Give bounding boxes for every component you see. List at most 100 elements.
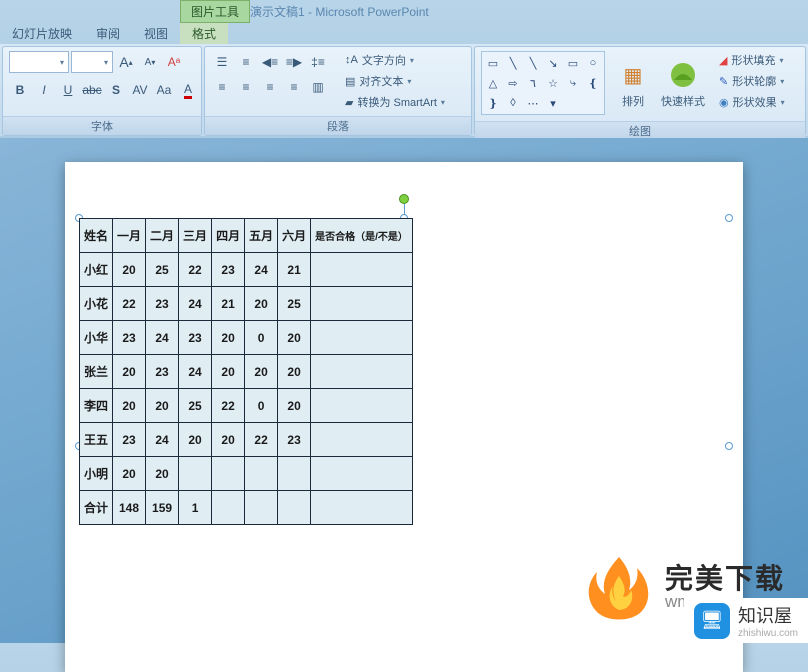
- change-case-button[interactable]: Aa: [153, 79, 175, 101]
- convert-smartart-button[interactable]: ▰转换为 SmartArt▾: [341, 93, 449, 111]
- table-cell[interactable]: [311, 355, 413, 389]
- table-cell[interactable]: 20: [278, 321, 311, 355]
- table-cell[interactable]: 20: [212, 423, 245, 457]
- table-cell[interactable]: 0: [245, 321, 278, 355]
- table-cell[interactable]: 25: [146, 253, 179, 287]
- table-cell[interactable]: 王五: [80, 423, 113, 457]
- table-cell[interactable]: [245, 491, 278, 525]
- table-cell[interactable]: [311, 423, 413, 457]
- table-cell[interactable]: [311, 321, 413, 355]
- char-spacing-button[interactable]: AV: [129, 79, 151, 101]
- table-cell[interactable]: 23: [146, 287, 179, 321]
- table-cell[interactable]: 24: [146, 423, 179, 457]
- table-cell[interactable]: 小花: [80, 287, 113, 321]
- align-right-button[interactable]: ≡: [259, 76, 281, 98]
- shape-oval-icon[interactable]: ○: [584, 54, 602, 72]
- table-cell[interactable]: 0: [245, 389, 278, 423]
- shape-line-icon[interactable]: ╲: [504, 54, 522, 72]
- table-cell[interactable]: [179, 457, 212, 491]
- shape-arrow2-icon[interactable]: ⇨: [504, 74, 522, 92]
- table-cell[interactable]: 25: [179, 389, 212, 423]
- table-cell[interactable]: 23: [212, 253, 245, 287]
- table-cell[interactable]: 20: [113, 253, 146, 287]
- table-cell[interactable]: 张兰: [80, 355, 113, 389]
- align-center-button[interactable]: ≡: [235, 76, 257, 98]
- table-cell[interactable]: 20: [212, 321, 245, 355]
- shape-triangle-icon[interactable]: △: [484, 74, 502, 92]
- table-cell[interactable]: [311, 491, 413, 525]
- shape-outline-button[interactable]: ✎形状轮廓▾: [715, 72, 789, 90]
- table-cell[interactable]: [311, 457, 413, 491]
- table-cell[interactable]: 22: [113, 287, 146, 321]
- table-cell[interactable]: 合计: [80, 491, 113, 525]
- italic-button[interactable]: I: [33, 79, 55, 101]
- shape-fill-button[interactable]: ◢形状填充▾: [715, 51, 789, 69]
- font-size-combo[interactable]: ▾: [71, 51, 113, 73]
- align-left-button[interactable]: ≡: [211, 76, 233, 98]
- table-cell[interactable]: [311, 287, 413, 321]
- table-cell[interactable]: 25: [278, 287, 311, 321]
- shape-effects-button[interactable]: ◉形状效果▾: [715, 93, 789, 111]
- table-cell[interactable]: 20: [245, 287, 278, 321]
- tab-format[interactable]: 格式: [180, 22, 228, 44]
- clear-format-button[interactable]: Aᵃ: [163, 51, 185, 73]
- font-family-combo[interactable]: ▾: [9, 51, 69, 73]
- table-cell[interactable]: [278, 491, 311, 525]
- decrease-font-button[interactable]: A▾: [139, 51, 161, 73]
- table-cell[interactable]: 20: [245, 355, 278, 389]
- table-cell[interactable]: 21: [212, 287, 245, 321]
- bold-button[interactable]: B: [9, 79, 31, 101]
- table-cell[interactable]: 23: [113, 321, 146, 355]
- table-cell[interactable]: [311, 389, 413, 423]
- line-spacing-button[interactable]: ‡≡: [307, 51, 329, 73]
- shape-connector-icon[interactable]: ⤷: [564, 74, 582, 92]
- shape-callout-icon[interactable]: ◊: [504, 94, 522, 112]
- justify-button[interactable]: ≡: [283, 76, 305, 98]
- table-cell[interactable]: 23: [113, 423, 146, 457]
- underline-button[interactable]: U: [57, 79, 79, 101]
- table-cell[interactable]: 20: [179, 423, 212, 457]
- tab-view[interactable]: 视图: [132, 22, 180, 44]
- table-cell[interactable]: 小明: [80, 457, 113, 491]
- table-cell[interactable]: 23: [146, 355, 179, 389]
- table-cell[interactable]: 24: [179, 287, 212, 321]
- table-cell[interactable]: [245, 457, 278, 491]
- table-cell[interactable]: 20: [113, 457, 146, 491]
- shapes-gallery[interactable]: ▭ ╲ ╲ ↘ ▭ ○ △ ⇨ ٦ ☆ ⤷ ❴ ❵ ◊ ⋯ ▾: [481, 51, 605, 115]
- shape-brace-icon[interactable]: ❴: [584, 74, 602, 92]
- font-color-button[interactable]: A: [177, 79, 199, 101]
- contextual-tab-picture-tools[interactable]: 图片工具: [180, 0, 250, 23]
- shape-line2-icon[interactable]: ╲: [524, 54, 542, 72]
- table-cell[interactable]: 小红: [80, 253, 113, 287]
- table-cell[interactable]: 22: [179, 253, 212, 287]
- selection-handle[interactable]: [725, 442, 733, 450]
- table-cell[interactable]: 20: [113, 389, 146, 423]
- shape-star-icon[interactable]: ☆: [544, 74, 562, 92]
- gallery-expand-icon[interactable]: ▾: [544, 94, 562, 112]
- tab-review[interactable]: 审阅: [84, 22, 132, 44]
- table-cell[interactable]: 20: [146, 389, 179, 423]
- shape-brace2-icon[interactable]: ❵: [484, 94, 502, 112]
- table-cell[interactable]: 李四: [80, 389, 113, 423]
- shape-more-icon[interactable]: ⋯: [524, 94, 542, 112]
- increase-font-button[interactable]: A▴: [115, 51, 137, 73]
- table-cell[interactable]: 23: [179, 321, 212, 355]
- numbering-button[interactable]: ≡: [235, 51, 257, 73]
- table-cell[interactable]: 20: [113, 355, 146, 389]
- table-cell[interactable]: 20: [212, 355, 245, 389]
- strikethrough-button[interactable]: abc: [81, 79, 103, 101]
- table-cell[interactable]: [212, 457, 245, 491]
- data-table[interactable]: 姓名 一月 二月 三月 四月 五月 六月 是否合格（是/不是） 小红202522…: [79, 218, 413, 525]
- arrange-button[interactable]: ▦ 排列: [611, 51, 655, 117]
- table-cell[interactable]: 24: [179, 355, 212, 389]
- table-cell[interactable]: 20: [146, 457, 179, 491]
- columns-button[interactable]: ▥: [307, 76, 329, 98]
- table-cell[interactable]: 21: [278, 253, 311, 287]
- align-text-button[interactable]: ▤对齐文本▾: [341, 72, 449, 90]
- table-cell[interactable]: [212, 491, 245, 525]
- table-cell[interactable]: 小华: [80, 321, 113, 355]
- tab-slideshow[interactable]: 幻灯片放映: [0, 22, 84, 44]
- increase-indent-button[interactable]: ≡▶: [283, 51, 305, 73]
- rotation-handle[interactable]: [399, 194, 409, 204]
- shape-textbox-icon[interactable]: ▭: [484, 54, 502, 72]
